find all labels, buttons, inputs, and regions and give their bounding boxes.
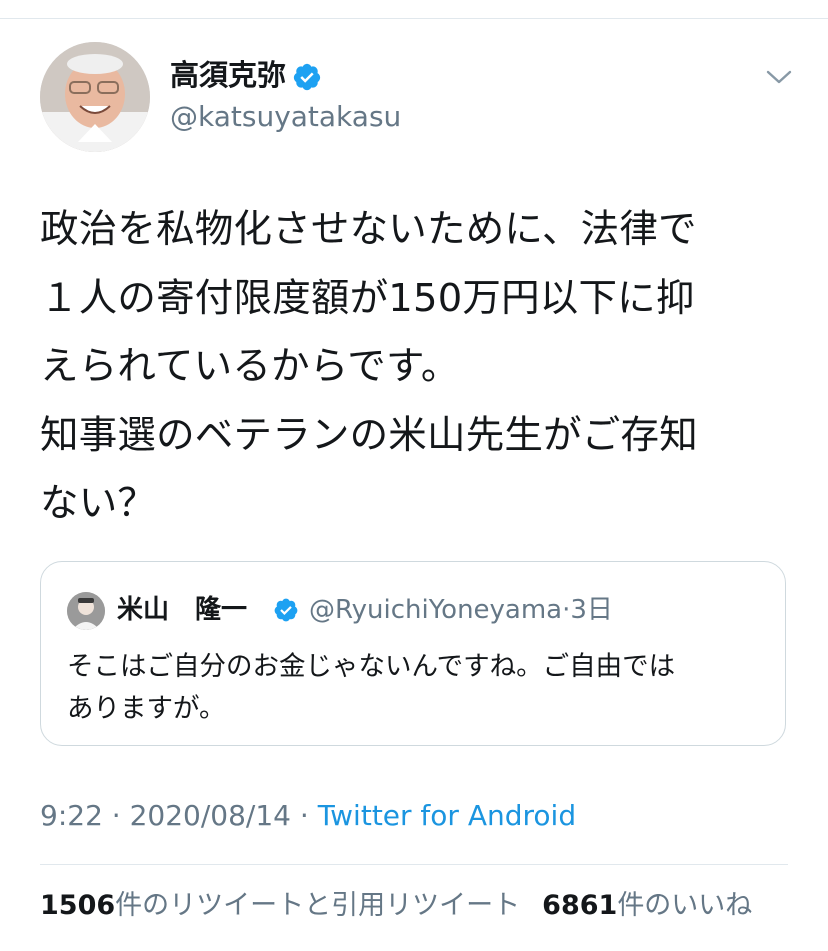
quoted-tweet-text: そこはご自分のお金じゃないんですね。ご自由では ありますが。	[67, 651, 676, 724]
tweet-source-link[interactable]: Twitter for Android	[318, 799, 576, 832]
likes-count: 6861	[542, 890, 618, 921]
likes-stat[interactable]: 6861件のいいね	[542, 890, 752, 921]
tweet-date[interactable]: 2020/08/14	[130, 799, 291, 832]
tweet-detail-page: 高須克弥 @katsuyatakasu 政治を私物化させないために、法律で １人…	[0, 0, 828, 951]
tweet-stats: 1506件のリツイートと引用リツイート 6861件のいいね	[40, 888, 752, 924]
retweets-count: 1506	[40, 890, 116, 921]
quoted-author-handle: @RyuichiYoneyama	[309, 595, 563, 625]
tweet-time[interactable]: 9:22	[40, 799, 103, 832]
author-display-name[interactable]: 高須克弥	[170, 58, 286, 92]
author-avatar[interactable]	[40, 42, 150, 152]
quoted-age: 3日	[570, 595, 613, 625]
quoted-tweet-card[interactable]: 米山 隆一 @RyuichiYoneyama·3日 そこはご自分のお金じゃないん…	[40, 561, 786, 746]
verified-badge-icon	[293, 63, 321, 91]
tweet-menu-button[interactable]	[760, 60, 798, 94]
quoted-author-name: 米山 隆一	[117, 595, 248, 625]
meta-separator-2: ·	[290, 799, 318, 832]
likes-label: 件のいいね	[617, 890, 753, 921]
top-divider	[0, 18, 828, 19]
tweet-text: 政治を私物化させないために、法律で １人の寄付限度額が150万円以下に抑 えられ…	[40, 207, 698, 526]
author-handle[interactable]: @katsuyatakasu	[170, 100, 401, 134]
retweets-label: 件のリツイートと引用リツイート	[115, 890, 521, 921]
meta-separator: ·	[102, 799, 130, 832]
quoted-author-avatar	[67, 592, 105, 630]
quoted-verified-badge-icon	[274, 598, 298, 622]
stats-divider	[40, 864, 788, 865]
tweet-meta: 9:22 · 2020/08/14 · Twitter for Android	[40, 798, 576, 834]
chevron-down-icon	[766, 70, 792, 84]
quoted-meta: @RyuichiYoneyama·3日	[309, 592, 613, 628]
retweets-stat[interactable]: 1506件のリツイートと引用リツイート	[40, 890, 520, 921]
